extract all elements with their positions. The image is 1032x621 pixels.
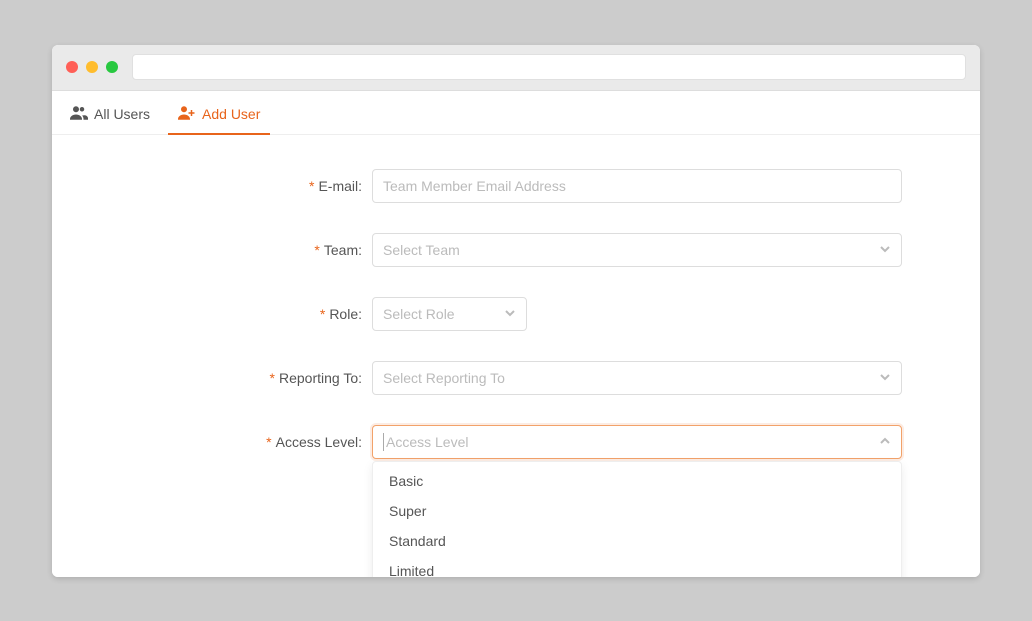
team-placeholder: Select Team: [383, 242, 460, 258]
chevron-up-icon: [879, 434, 891, 450]
row-access-level: *Access Level: Access Level Basic Super …: [112, 425, 920, 459]
role-label: *Role:: [112, 306, 372, 322]
access-level-option-super[interactable]: Super: [373, 496, 901, 526]
access-level-placeholder: Access Level: [386, 434, 468, 450]
access-level-option-standard[interactable]: Standard: [373, 526, 901, 556]
add-user-icon: [178, 105, 196, 124]
access-level-select[interactable]: Access Level: [372, 425, 902, 459]
content-area: All Users Add User *E-mail: Team Member …: [52, 91, 980, 577]
users-icon: [70, 105, 88, 124]
window-controls: [66, 61, 118, 73]
chevron-down-icon: [879, 242, 891, 258]
required-marker: *: [266, 434, 271, 450]
browser-chrome: [52, 45, 980, 91]
reporting-to-label: *Reporting To:: [112, 370, 372, 386]
tab-all-users[interactable]: All Users: [70, 105, 150, 134]
access-level-dropdown: Basic Super Standard Limited: [372, 461, 902, 577]
row-role: *Role: Select Role: [112, 297, 920, 331]
reporting-to-placeholder: Select Reporting To: [383, 370, 505, 386]
email-label: *E-mail:: [112, 178, 372, 194]
row-reporting-to: *Reporting To: Select Reporting To: [112, 361, 920, 395]
url-bar[interactable]: [132, 54, 966, 80]
team-select[interactable]: Select Team: [372, 233, 902, 267]
reporting-to-select[interactable]: Select Reporting To: [372, 361, 902, 395]
role-placeholder: Select Role: [383, 306, 455, 322]
required-marker: *: [314, 242, 319, 258]
access-level-option-limited[interactable]: Limited: [373, 556, 901, 577]
add-user-form: *E-mail: Team Member Email Address *Team…: [52, 135, 980, 533]
chevron-down-icon: [504, 306, 516, 322]
access-level-option-basic[interactable]: Basic: [373, 466, 901, 496]
window-close-button[interactable]: [66, 61, 78, 73]
tab-add-user[interactable]: Add User: [178, 105, 260, 134]
team-label: *Team:: [112, 242, 372, 258]
window-minimize-button[interactable]: [86, 61, 98, 73]
email-field[interactable]: Team Member Email Address: [372, 169, 902, 203]
text-cursor: [383, 433, 384, 451]
required-marker: *: [309, 178, 314, 194]
tab-bar: All Users Add User: [52, 91, 980, 135]
window-maximize-button[interactable]: [106, 61, 118, 73]
chevron-down-icon: [879, 370, 891, 386]
row-team: *Team: Select Team: [112, 233, 920, 267]
required-marker: *: [270, 370, 275, 386]
row-email: *E-mail: Team Member Email Address: [112, 169, 920, 203]
tab-add-user-label: Add User: [202, 106, 260, 122]
role-select[interactable]: Select Role: [372, 297, 527, 331]
email-placeholder: Team Member Email Address: [383, 178, 566, 194]
browser-window: All Users Add User *E-mail: Team Member …: [52, 45, 980, 577]
required-marker: *: [320, 306, 325, 322]
tab-all-users-label: All Users: [94, 106, 150, 122]
access-level-label: *Access Level:: [112, 434, 372, 450]
